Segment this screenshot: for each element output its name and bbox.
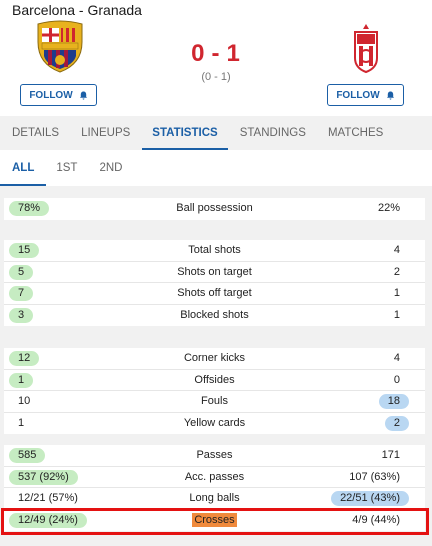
stats-group-possession: 78% Ball possession 22% (4, 198, 425, 220)
away-value: 0 (393, 373, 400, 386)
match-tabs: DETAILS LINEUPS STATISTICS STANDINGS MAT… (0, 116, 432, 150)
away-value: 2 (384, 415, 409, 431)
away-value: 22/51 (43%) (331, 491, 409, 506)
halftime-score: (0 - 1) (201, 71, 231, 83)
tab-lineups[interactable]: LINEUPS (81, 116, 130, 150)
follow-label: FOLLOW (29, 89, 73, 101)
stats-group-passing: 585 Passes 171 537 (92%) Acc. passes 107… (4, 445, 425, 531)
stats-group-discipline: 12 Corner kicks 4 1 Offsides 0 10 Fouls … (4, 348, 425, 434)
match-title: Barcelona - Granada (12, 2, 142, 18)
subtab-all[interactable]: ALL (0, 150, 47, 186)
follow-away-button[interactable]: FOLLOW (327, 84, 404, 106)
bell-icon (79, 90, 87, 100)
away-value: 171 (381, 449, 400, 461)
home-score: 0 (191, 40, 206, 67)
away-value: 4/9 (44%) (352, 513, 400, 526)
away-value: 107 (63%) (349, 470, 400, 483)
stat-label: Offsides (194, 373, 235, 386)
bell-icon (386, 90, 394, 100)
period-tabs: ALL 1ST 2ND (0, 150, 432, 186)
stat-row-acc-passes: 537 (92%) Acc. passes 107 (63%) (4, 467, 425, 488)
stat-label: Passes (196, 449, 233, 461)
stat-row-long-balls: 12/21 (57%) Long balls 22/51 (43%) (4, 488, 425, 510)
score-separator: - (211, 40, 221, 67)
away-score: 1 (226, 40, 241, 67)
tab-standings[interactable]: STANDINGS (240, 116, 306, 150)
stat-label: Yellow cards (183, 416, 246, 429)
stat-row-offsides: 1 Offsides 0 (4, 370, 425, 391)
away-value: 22% (377, 202, 400, 214)
stat-row-shots-off-target: 7 Shots off target 1 (4, 283, 425, 305)
stat-label: Total shots (188, 244, 241, 256)
tab-statistics[interactable]: STATISTICS (142, 116, 229, 150)
follow-home-button[interactable]: FOLLOW (20, 84, 97, 106)
stat-row-blocked-shots: 3 Blocked shots 1 (4, 305, 425, 327)
stat-row-passes: 585 Passes 171 (4, 445, 425, 467)
scoreline: 0-1 (0, 40, 432, 68)
stat-row-corner-kicks: 12 Corner kicks 4 (4, 348, 425, 370)
crosses-label-highlight: Crosses (192, 512, 237, 527)
stat-row-yellow-cards: 1 Yellow cards 2 (4, 413, 425, 435)
stat-label: Corner kicks (183, 352, 246, 364)
away-value: 1 (393, 287, 400, 299)
stat-row-ball-possession: 78% Ball possession 22% (4, 198, 425, 220)
away-value: 4 (393, 244, 400, 256)
away-value: 1 (393, 308, 400, 321)
stat-row-shots-on-target: 5 Shots on target 2 (4, 262, 425, 283)
stat-row-crosses: 12/49 (24%) Crosses 4/9 (44%) (4, 510, 425, 532)
tab-matches[interactable]: MATCHES (328, 116, 383, 150)
stat-label: Ball possession (176, 202, 253, 214)
stat-row-fouls: 10 Fouls 18 (4, 391, 425, 413)
follow-label: FOLLOW (336, 89, 380, 101)
stat-label: Shots on target (177, 265, 252, 278)
stat-row-total-shots: 15 Total shots 4 (4, 240, 425, 262)
tab-details[interactable]: DETAILS (12, 116, 59, 150)
away-value: 18 (378, 394, 409, 409)
stat-label: Blocked shots (180, 308, 249, 321)
subtab-2nd[interactable]: 2ND (99, 150, 122, 186)
subtab-1st[interactable]: 1ST (56, 150, 77, 186)
stat-label: Fouls (201, 395, 228, 407)
away-value: 2 (393, 265, 400, 278)
stats-group-shots: 15 Total shots 4 5 Shots on target 2 7 S… (4, 240, 425, 326)
stat-label: Shots off target (177, 287, 252, 299)
away-value: 4 (393, 352, 400, 364)
